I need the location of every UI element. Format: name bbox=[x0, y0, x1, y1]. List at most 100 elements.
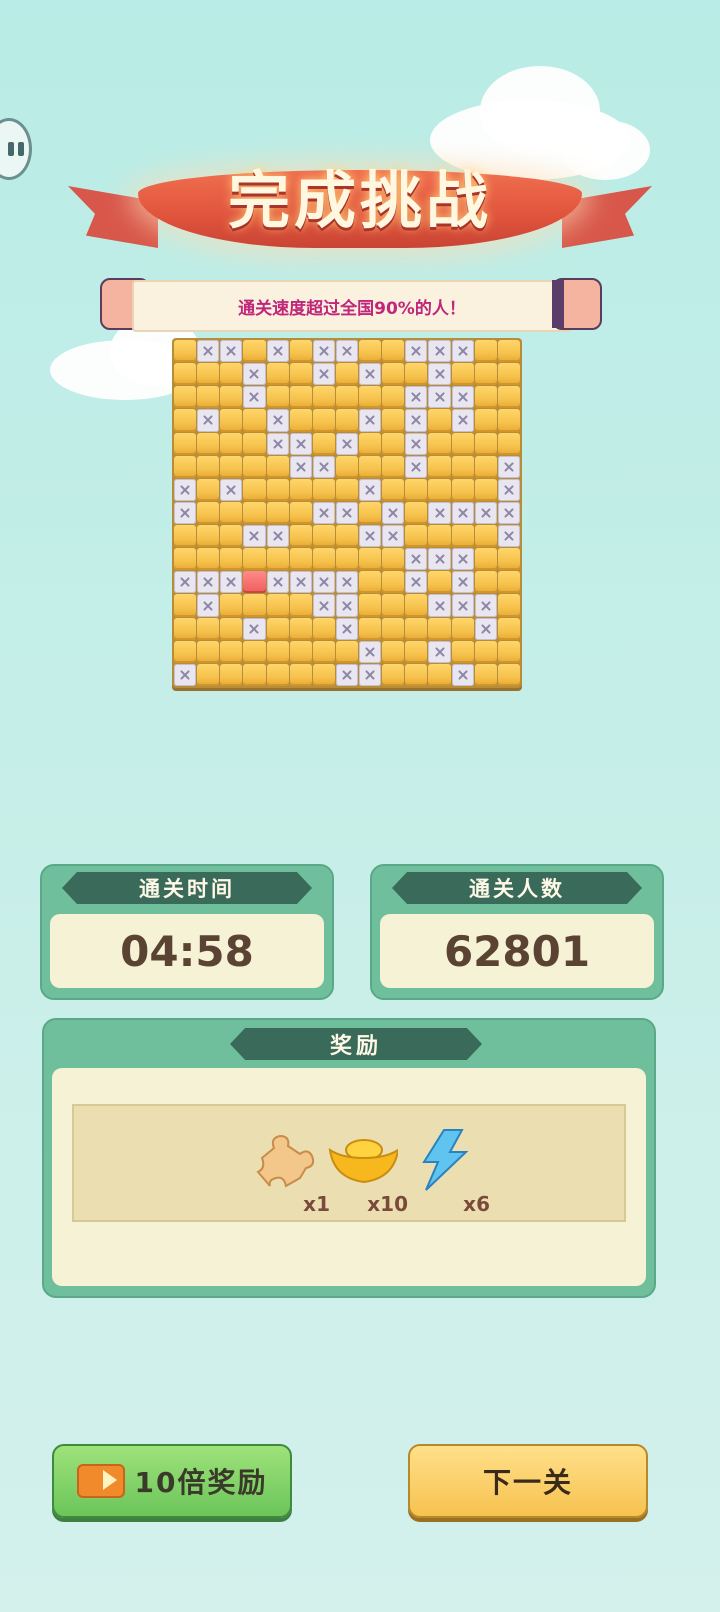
board-cell-crossed bbox=[197, 594, 220, 617]
board-cell-crossed bbox=[405, 455, 428, 478]
board-cell bbox=[474, 640, 497, 663]
board-cell-crossed bbox=[312, 594, 335, 617]
board-cell bbox=[359, 548, 382, 571]
reward-item-qty: x10 bbox=[367, 1192, 408, 1216]
board-cell-crossed bbox=[428, 386, 451, 409]
board-cell bbox=[220, 363, 243, 386]
board-cell bbox=[174, 340, 197, 363]
board-cell-crossed bbox=[266, 525, 289, 548]
board-cell bbox=[497, 432, 520, 455]
next-level-button[interactable]: 下一关 bbox=[408, 1444, 648, 1518]
board-cell-crossed bbox=[359, 525, 382, 548]
board-cell-crossed bbox=[243, 363, 266, 386]
clear-time-value: 04:58 bbox=[50, 914, 324, 988]
board-cell-crossed bbox=[289, 455, 312, 478]
board-cell bbox=[243, 432, 266, 455]
board-cell bbox=[220, 594, 243, 617]
board-cell-crossed bbox=[428, 640, 451, 663]
board-cell bbox=[451, 478, 474, 501]
board-cell-crossed bbox=[474, 594, 497, 617]
board-cell-crossed bbox=[289, 432, 312, 455]
reward-10x-button[interactable]: 10倍奖励 bbox=[52, 1444, 292, 1518]
board-cell-crossed bbox=[451, 571, 474, 594]
board-cell-crossed bbox=[359, 640, 382, 663]
board-cell bbox=[312, 617, 335, 640]
board-cell bbox=[174, 409, 197, 432]
board-cell bbox=[243, 340, 266, 363]
reward-item-qty: x1 bbox=[303, 1192, 330, 1216]
board-cell bbox=[497, 386, 520, 409]
board-cell bbox=[197, 640, 220, 663]
pause-icon bbox=[18, 142, 24, 156]
board-cell-crossed bbox=[497, 525, 520, 548]
board-cell-crossed bbox=[335, 617, 359, 640]
page-title: 完成挑战 bbox=[227, 164, 492, 237]
board-cell bbox=[497, 409, 520, 432]
board-cell-crossed bbox=[243, 617, 266, 640]
board-cell bbox=[382, 663, 405, 686]
board-cell bbox=[197, 478, 220, 501]
board-cell bbox=[289, 340, 312, 363]
board-cell-crossed bbox=[312, 501, 335, 525]
board-cell-crossed bbox=[335, 571, 359, 594]
board-cell bbox=[359, 340, 382, 363]
board-cell bbox=[335, 386, 359, 409]
board-cell-crossed bbox=[428, 501, 451, 525]
board-cell-crossed bbox=[243, 386, 266, 409]
board-cell-crossed bbox=[266, 409, 289, 432]
board-cell bbox=[266, 363, 289, 386]
board-cell bbox=[382, 409, 405, 432]
board-cell bbox=[220, 432, 243, 455]
board-cell-crossed bbox=[359, 478, 382, 501]
board-cell bbox=[382, 548, 405, 571]
board-cell bbox=[382, 594, 405, 617]
board-cell bbox=[451, 617, 474, 640]
board-cell bbox=[405, 501, 428, 525]
reward-item: x1 bbox=[250, 1128, 330, 1216]
board-cell-crossed bbox=[197, 340, 220, 363]
board-cell bbox=[243, 455, 266, 478]
board-cell bbox=[428, 525, 451, 548]
board-cell bbox=[474, 663, 497, 686]
board-cell-crossed bbox=[451, 663, 474, 686]
board-cell bbox=[243, 478, 266, 501]
board-cell bbox=[359, 386, 382, 409]
board-cell bbox=[289, 409, 312, 432]
board-cell bbox=[312, 386, 335, 409]
reward-panel: 奖励 x1 x10 x6 bbox=[42, 1018, 656, 1298]
board-cell-crossed bbox=[174, 478, 197, 501]
board-cell bbox=[197, 386, 220, 409]
board-cell bbox=[289, 617, 312, 640]
reward-title: 奖励 bbox=[230, 1028, 482, 1060]
board-cell-crossed bbox=[405, 548, 428, 571]
board-cell bbox=[197, 663, 220, 686]
board-cell bbox=[335, 409, 359, 432]
board-cell bbox=[243, 663, 266, 686]
board-cell bbox=[174, 640, 197, 663]
board-cell bbox=[428, 617, 451, 640]
board-cell bbox=[497, 571, 520, 594]
pause-button[interactable] bbox=[0, 118, 32, 180]
board-cell bbox=[474, 478, 497, 501]
board-cell bbox=[359, 501, 382, 525]
board-cell bbox=[174, 386, 197, 409]
board-cell bbox=[243, 409, 266, 432]
reward-items-box: x1 x10 x6 bbox=[72, 1104, 626, 1222]
board-cell bbox=[382, 432, 405, 455]
board-cell bbox=[197, 455, 220, 478]
lightning-icon bbox=[422, 1129, 469, 1191]
board-cell bbox=[289, 501, 312, 525]
board-cell-crossed bbox=[451, 594, 474, 617]
board-cell bbox=[405, 663, 428, 686]
puzzle-piece-icon bbox=[256, 1134, 315, 1188]
board-cell-crossed bbox=[174, 571, 197, 594]
board-cell bbox=[312, 478, 335, 501]
board-cell bbox=[174, 525, 197, 548]
thumbs-up-icon bbox=[552, 278, 602, 330]
board-cell-crossed bbox=[405, 340, 428, 363]
board-cell-crossed bbox=[359, 409, 382, 432]
board-cell bbox=[474, 340, 497, 363]
board-cell bbox=[220, 409, 243, 432]
board-cell bbox=[428, 478, 451, 501]
reward-item-qty: x6 bbox=[463, 1192, 490, 1216]
